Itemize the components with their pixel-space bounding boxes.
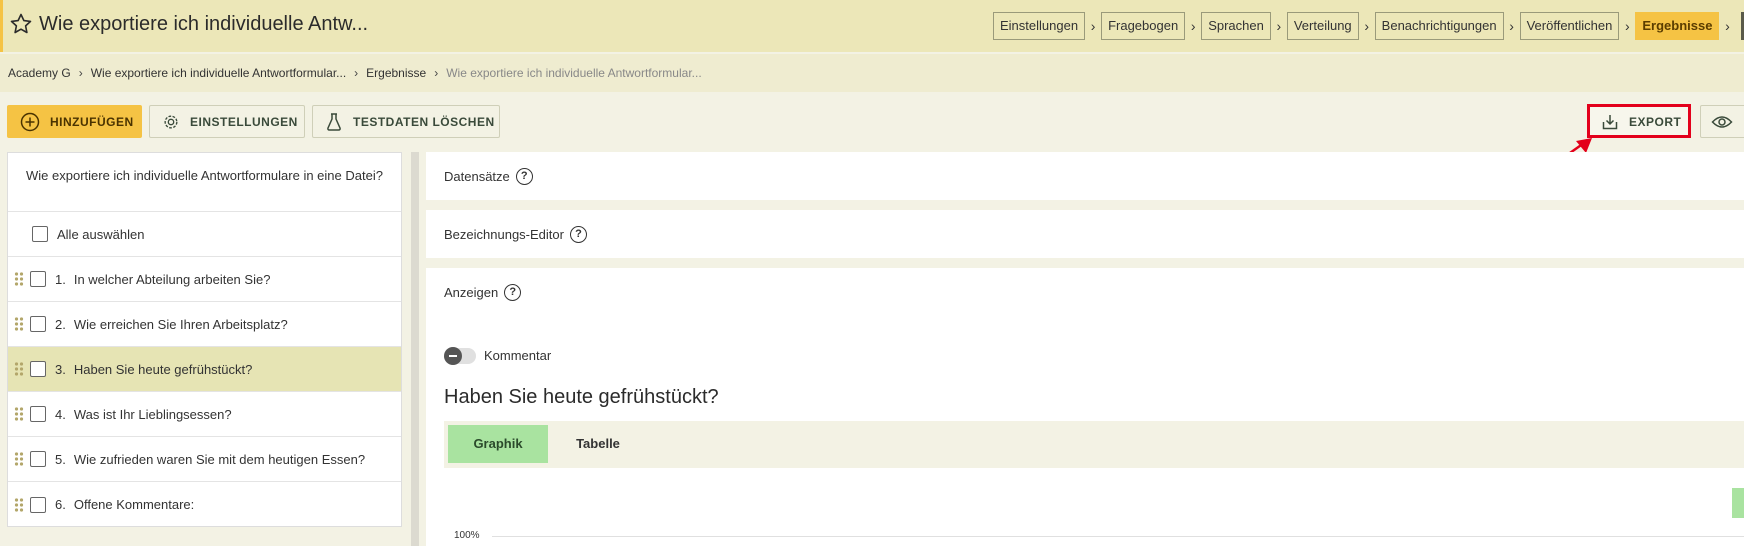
question-checkbox[interactable] <box>30 316 46 332</box>
datensaetze-card[interactable]: Datensätze ? <box>426 152 1744 200</box>
flask-icon <box>327 112 341 131</box>
drag-handle-icon[interactable] <box>14 272 24 286</box>
step-benachrichtigungen[interactable]: Benachrichtigungen <box>1374 12 1504 40</box>
question-number: 2. <box>55 316 66 332</box>
question-checkbox[interactable] <box>30 271 46 287</box>
chevron-right-icon: › <box>1509 18 1514 34</box>
help-icon[interactable]: ? <box>515 168 533 185</box>
workflow-steps: Einstellungen › Fragebogen › Sprachen › … <box>993 12 1744 40</box>
question-row[interactable]: 1. In welcher Abteilung arbeiten Sie? <box>8 257 401 302</box>
add-button[interactable]: HINZUFÜGEN <box>7 105 142 138</box>
delete-testdata-button[interactable]: TESTDATEN LÖSCHEN <box>312 105 500 138</box>
drag-handle-icon[interactable] <box>14 317 24 331</box>
drag-handle-icon[interactable] <box>14 452 24 466</box>
question-list-panel: Wie exportiere ich individuelle Antwortf… <box>7 152 402 527</box>
select-all-label: Alle auswählen <box>57 226 145 242</box>
breadcrumb-current: Wie exportiere ich individuelle Antwortf… <box>446 66 702 80</box>
chevron-right-icon: › <box>1364 18 1369 34</box>
question-title: Haben Sie heute gefrühstückt? <box>444 386 719 408</box>
chevron-right-icon: › <box>1725 18 1730 34</box>
step-veroeffentlichen[interactable]: Veröffentlichen <box>1519 12 1620 40</box>
comment-toggle[interactable] <box>444 347 476 365</box>
breadcrumb: Academy G › Wie exportiere ich individue… <box>0 54 1744 92</box>
anzeigen-label: Anzeigen <box>444 285 499 300</box>
question-number: 3. <box>55 361 66 377</box>
page-title: Wie exportiere ich individuelle Antw... <box>39 13 369 35</box>
label-editor-card[interactable]: Bezeichnungs-Editor ? <box>426 210 1744 258</box>
chevron-right-icon: › <box>1090 18 1096 34</box>
step-ergebnisse[interactable]: Ergebnisse <box>1635 12 1720 40</box>
question-number: 1. <box>55 271 66 287</box>
datensaetze-title: Datensätze ? <box>444 168 533 185</box>
panel-resize-handle[interactable] <box>411 152 419 546</box>
question-text: Haben Sie heute gefrühstückt? <box>73 361 253 377</box>
question-checkbox[interactable] <box>30 361 46 377</box>
question-text: Offene Kommentare: <box>73 497 195 512</box>
question-row[interactable]: 5. Wie zufrieden waren Sie mit dem heuti… <box>8 437 401 482</box>
anzeigen-title: Anzeigen ? <box>444 284 522 301</box>
chevron-right-icon: › <box>434 66 439 80</box>
breadcrumb-academy[interactable]: Academy G <box>8 66 71 80</box>
eye-icon <box>1711 115 1733 128</box>
preview-button[interactable] <box>1700 105 1744 138</box>
select-all-row[interactable]: Alle auswählen <box>8 212 401 257</box>
settings-button-label: EINSTELLUNGEN <box>190 114 298 129</box>
question-row[interactable]: 6. Offene Kommentare: <box>8 482 401 527</box>
settings-button[interactable]: EINSTELLUNGEN <box>149 105 305 138</box>
star-icon[interactable] <box>9 12 33 36</box>
question-number: 4. <box>55 406 66 422</box>
delete-testdata-label: TESTDATEN LÖSCHEN <box>353 114 495 129</box>
step-verteilung[interactable]: Verteilung <box>1286 12 1359 40</box>
drag-handle-icon[interactable] <box>14 407 24 421</box>
tab-tabelle[interactable]: Tabelle <box>548 425 648 463</box>
step-einstellungen[interactable]: Einstellungen <box>993 12 1086 40</box>
label-editor-label: Bezeichnungs-Editor <box>444 227 564 242</box>
add-button-label: HINZUFÜGEN <box>50 114 134 129</box>
anzeigen-card: Anzeigen ? Kommentar Haben Sie heute gef… <box>426 268 1744 546</box>
drag-handle-icon[interactable] <box>14 497 24 512</box>
datensaetze-label: Datensätze <box>444 169 510 184</box>
help-icon[interactable]: ? <box>569 226 587 243</box>
drag-handle-icon[interactable] <box>14 362 24 376</box>
question-list-header: Wie exportiere ich individuelle Antwortf… <box>8 153 401 212</box>
question-checkbox[interactable] <box>30 451 46 467</box>
select-all-checkbox[interactable] <box>32 226 48 242</box>
step-sprachen[interactable]: Sprachen <box>1201 12 1271 40</box>
export-highlight-box <box>1587 104 1691 138</box>
question-row[interactable]: 2. Wie erreichen Sie Ihren Arbeitsplatz? <box>8 302 401 347</box>
y-axis-tick-label: 100% <box>454 530 480 541</box>
chevron-right-icon: › <box>1625 18 1630 34</box>
toggle-knob <box>444 347 462 365</box>
question-number: 5. <box>55 451 66 467</box>
chevron-right-icon: › <box>1276 18 1282 34</box>
view-tabs: Graphik Tabelle <box>444 421 1744 468</box>
tab-graphik[interactable]: Graphik <box>448 425 548 463</box>
chevron-right-icon: › <box>1190 18 1196 34</box>
chart-settings-button[interactable] <box>1732 488 1744 518</box>
step-fragebogen[interactable]: Fragebogen <box>1101 12 1186 40</box>
help-icon[interactable]: ? <box>504 284 522 301</box>
question-row[interactable]: 4. Was ist Ihr Lieblingsessen? <box>8 392 401 437</box>
question-text: In welcher Abteilung arbeiten Sie? <box>73 271 271 287</box>
chevron-right-icon: › <box>354 66 359 80</box>
question-number: 6. <box>55 497 66 512</box>
question-text: Wie erreichen Sie Ihren Arbeitsplatz? <box>73 316 288 332</box>
chevron-right-icon: › <box>78 66 83 80</box>
question-row-selected[interactable]: 3. Haben Sie heute gefrühstückt? <box>8 347 401 392</box>
question-checkbox[interactable] <box>30 406 46 422</box>
plus-circle-icon <box>20 112 40 131</box>
breadcrumb-results[interactable]: Ergebnisse <box>366 66 426 80</box>
comment-toggle-label: Kommentar <box>484 348 552 363</box>
gear-icon <box>164 114 178 129</box>
chart-gridline <box>492 536 1744 537</box>
label-editor-title: Bezeichnungs-Editor ? <box>444 226 587 243</box>
question-text: Was ist Ihr Lieblingsessen? <box>73 406 232 422</box>
breadcrumb-survey[interactable]: Wie exportiere ich individuelle Antwortf… <box>91 66 346 80</box>
question-text: Wie zufrieden waren Sie mit dem heutigen… <box>73 451 366 467</box>
question-checkbox[interactable] <box>30 496 46 513</box>
